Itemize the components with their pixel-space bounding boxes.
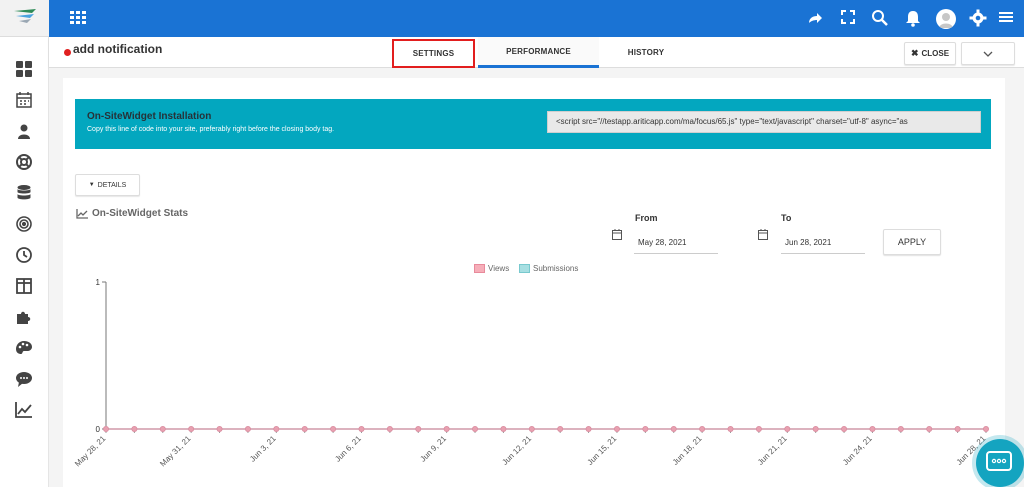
to-date-input[interactable]: Jun 28, 2021 [781,232,865,254]
palette-icon[interactable] [15,339,33,357]
data-point[interactable] [841,425,848,432]
top-navbar [0,0,1024,37]
dashboard-icon[interactable] [15,60,33,78]
apply-button[interactable]: APPLY [883,229,941,255]
data-point[interactable] [500,425,507,432]
target-icon[interactable] [15,215,33,233]
data-point[interactable] [443,425,450,432]
search-icon[interactable] [871,9,891,29]
x-tick-label: Jun 15, 21 [586,434,619,467]
stats-title-text: On-SiteWidget Stats [92,208,189,219]
data-point[interactable] [472,425,479,432]
sidebar [0,37,49,487]
chat-icon[interactable] [15,370,33,388]
data-point[interactable] [131,425,138,432]
data-point[interactable] [103,425,110,432]
data-point[interactable] [954,425,961,432]
from-date-input[interactable]: May 28, 2021 [634,232,718,254]
calendar-icon [758,227,768,240]
data-point[interactable] [330,425,337,432]
banner-subtitle: Copy this line of code into your site, p… [87,126,335,133]
close-icon: ✖ [910,48,919,58]
user-icon[interactable] [15,122,33,140]
data-point[interactable] [699,425,706,432]
close-button[interactable]: ✖ CLOSE [904,42,956,65]
share-icon[interactable] [806,9,826,29]
y-tick-label: 0 [96,425,101,434]
chart-line-icon [76,208,88,219]
page-title: add notification [73,42,163,56]
x-tick-label: Jun 12, 21 [500,434,533,467]
data-point[interactable] [755,425,762,432]
details-label: DETAILS [97,181,127,189]
data-point[interactable] [528,425,535,432]
menu-icon[interactable] [998,9,1018,29]
embed-code-field[interactable]: <script src="//testapp.ariticapp.com/ma/… [547,111,981,133]
apps-grid-icon[interactable] [70,11,86,25]
tab-performance[interactable]: PERFORMANCE [478,37,599,68]
chat-icon [986,451,1012,471]
caret-down-icon: ▼ [88,182,95,188]
clock-icon[interactable] [15,246,33,264]
x-tick-label: Jun 18, 21 [671,434,704,467]
status-dot [64,49,71,56]
fullscreen-icon[interactable] [840,9,860,29]
data-point[interactable] [784,425,791,432]
app-logo[interactable] [0,0,49,37]
data-point[interactable] [926,425,933,432]
data-point[interactable] [812,425,819,432]
lifebuoy-icon[interactable] [15,153,33,171]
data-point[interactable] [557,425,564,432]
data-point[interactable] [415,425,422,432]
x-tick-label: Jun 21, 21 [756,434,789,467]
close-label: CLOSE [921,49,950,58]
data-point[interactable] [358,425,365,432]
bell-icon[interactable] [904,9,924,29]
data-point[interactable] [244,425,251,432]
data-point[interactable] [869,425,876,432]
data-point[interactable] [613,425,620,432]
tab-history[interactable]: HISTORY [599,37,693,68]
data-point[interactable] [585,425,592,432]
banner-title: On-SiteWidget Installation [87,111,212,122]
data-point[interactable] [273,425,280,432]
database-icon[interactable] [15,184,33,202]
x-tick-label: May 31, 21 [158,434,193,469]
chart-line-icon[interactable] [15,401,33,419]
stats-chart: 0 1 May 28, 21 May 31, 21 Jun 3, 21 Jun 6, 21… [73,278,990,469]
installation-banner: On-SiteWidget Installation Copy this lin… [75,99,991,149]
calendar-icon [612,227,622,240]
data-point[interactable] [670,425,677,432]
data-point[interactable] [159,425,166,432]
user-avatar-icon[interactable] [936,9,956,29]
x-tick-label: Jun 24, 21 [841,434,874,467]
data-point[interactable] [301,425,308,432]
x-tick-label: Jun 6, 21 [333,434,363,464]
to-label: To [781,213,792,223]
data-point[interactable] [386,425,393,432]
data-point[interactable] [897,425,904,432]
more-dropdown-button[interactable] [961,42,1015,65]
data-point[interactable] [216,425,223,432]
chevron-down-icon [983,51,993,57]
x-tick-label: May 28, 21 [73,434,108,469]
calendar-icon[interactable] [15,91,33,109]
columns-icon[interactable] [15,277,33,295]
page-header: add notification SETTINGS PERFORMANCE HI… [49,37,1024,68]
y-tick-label: 1 [96,278,101,287]
data-point[interactable] [727,425,734,432]
puzzle-icon[interactable] [15,308,33,326]
x-tick-label: Jun 3, 21 [248,434,278,464]
data-point[interactable] [642,425,649,432]
chat-widget-button[interactable] [976,439,1024,487]
tab-settings[interactable]: SETTINGS [392,39,475,68]
x-tick-label: Jun 9, 21 [418,434,448,464]
data-point[interactable] [983,425,990,432]
from-label: From [635,213,658,223]
data-point[interactable] [188,425,195,432]
details-toggle-button[interactable]: ▼ DETAILS [75,174,140,196]
stats-title: On-SiteWidget Stats [76,208,188,219]
gear-icon[interactable] [969,9,989,29]
